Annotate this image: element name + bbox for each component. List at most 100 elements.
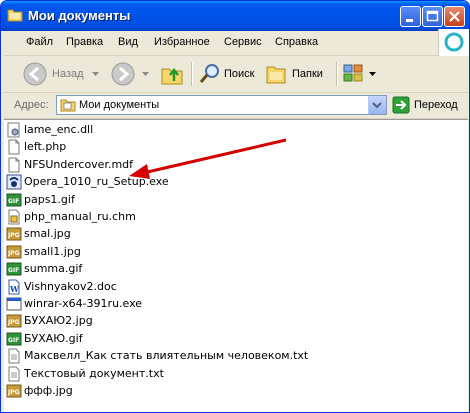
up-folder-icon [161,67,183,85]
views-icon [343,64,363,82]
svg-text:W: W [9,284,20,294]
chevron-down-icon [142,72,149,76]
window-title: Мои документы [28,8,131,23]
file-name: php_manual_ru.chm [24,210,136,223]
file-item[interactable]: JPG БУХАЮ2.jpg [6,313,446,329]
go-arrow-icon [392,96,410,114]
file-name: winrar-x64-391ru.exe [24,297,143,310]
file-name: Vishnyakov2.doc [24,279,117,293]
svg-text:JPG: JPG [7,232,20,239]
address-bar: Адрес: Мои документы Переход [4,93,468,119]
file-item[interactable]: php_manual_ru.chm [6,209,446,225]
svg-text:JPG: JPG [7,319,20,326]
file-item[interactable]: GIF БУХАЮ.gif [6,331,446,347]
views-button[interactable] [341,61,377,87]
folders-label: Папки [292,68,323,80]
go-button[interactable]: Переход [392,95,464,115]
document-icon [8,157,20,173]
file-name: paps1.gif [24,192,75,206]
file-name: NFSUndercover.mdf [24,157,134,171]
jpg-icon: JPG [6,227,22,241]
file-item[interactable]: GIF paps1.gif [6,192,446,208]
folders-button[interactable]: Папки [262,60,330,88]
file-item[interactable]: Текстовый документ.txt [6,366,446,382]
my-documents-icon [60,99,76,112]
chevron-down-icon [372,102,382,109]
file-item[interactable]: JPG smal.jpg [6,226,446,242]
file-item[interactable]: left.php [6,139,446,155]
file-name: smal.jpg [24,227,71,241]
search-icon [199,64,219,83]
close-icon [449,11,460,22]
folders-icon [266,66,286,84]
address-label: Адрес: [14,99,49,111]
forward-button[interactable] [108,60,152,88]
svg-text:GIF: GIF [8,267,19,274]
menu-bar: Файл Правка Вид Избранное Сервис Справка [4,29,469,56]
explorer-window: Мои документы Файл Правка Вид Избранное … [0,0,470,413]
gif-icon: GIF [6,262,22,276]
file-name: БУХАЮ2.jpg [24,314,93,328]
chevron-down-icon [92,72,99,76]
close-button[interactable] [444,6,465,27]
gif-icon: GIF [6,193,22,207]
file-name: small1.jpg [24,244,81,258]
maximize-icon [426,10,439,22]
jpg-icon: JPG [6,384,22,398]
file-name: БУХАЮ.gif [24,331,83,345]
address-dropdown-button[interactable] [368,96,386,114]
dll-icon [7,122,20,138]
word-doc-icon: W [8,279,20,295]
forward-arrow-icon [111,62,135,86]
gif-icon: GIF [6,332,22,346]
address-value: Мои документы [79,99,160,111]
go-label: Переход [414,99,458,111]
jpg-icon: JPG [6,245,22,259]
file-name: ффф.jpg [24,384,73,397]
chevron-down-icon [369,72,376,76]
menu-view[interactable]: Вид [118,36,138,48]
back-label: Назад [52,68,84,80]
file-item[interactable]: Максвелл_Как стать влиятельным человеком… [6,348,446,364]
search-label: Поиск [224,68,255,80]
file-item[interactable]: W Vishnyakov2.doc [6,279,446,295]
file-item[interactable]: JPG ффф.jpg [6,383,446,399]
minimize-icon [406,19,413,22]
file-name: summa.gif [24,262,83,276]
file-item[interactable]: GIF summa.gif [6,261,446,277]
toolbar-separator [191,62,193,86]
back-button[interactable]: Назад [20,60,100,88]
standard-toolbar: Назад Поиск Папки [4,56,468,93]
menu-favorites[interactable]: Избранное [154,36,210,48]
svg-text:GIF: GIF [8,337,19,344]
menu-file[interactable]: Файл [26,36,53,48]
address-input[interactable]: Мои документы [56,95,387,115]
document-icon [8,139,20,155]
maximize-button[interactable] [422,6,443,27]
text-file-icon [8,348,20,364]
file-item[interactable]: JPG small1.jpg [6,244,446,260]
file-item[interactable]: NFSUndercover.mdf [6,157,446,173]
toolbar-separator [336,62,338,86]
svg-text:JPG: JPG [7,250,20,257]
menu-tools[interactable]: Сервис [224,36,262,48]
file-name: Максвелл_Как стать влиятельным человеком… [24,349,309,363]
menu-edit[interactable]: Правка [66,36,103,48]
jpg-icon: JPG [6,314,22,328]
svg-text:GIF: GIF [8,198,19,205]
svg-text:JPG: JPG [7,389,20,396]
file-item[interactable]: lame_enc.dll [6,122,446,138]
title-bar[interactable]: Мои документы [1,1,469,31]
back-arrow-icon [23,62,47,86]
exe-icon [6,297,22,311]
search-button[interactable]: Поиск [196,60,256,88]
menu-help[interactable]: Справка [275,36,318,48]
installer-icon [6,174,22,190]
text-file-icon [8,366,20,382]
file-item[interactable]: winrar-x64-391ru.exe [6,296,446,312]
up-folder-button[interactable] [159,61,185,87]
minimize-button[interactable] [400,6,421,27]
windows-logo [438,29,469,56]
file-item[interactable]: Opera_1010_ru_Setup.exe [6,174,446,190]
throbber-icon [444,32,464,52]
